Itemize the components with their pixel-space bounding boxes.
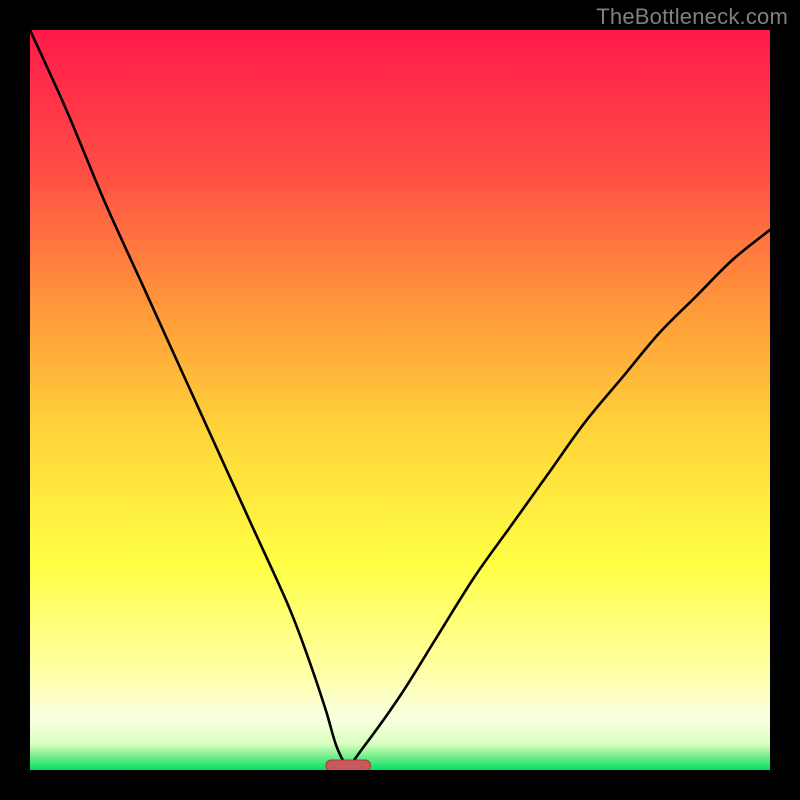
chart-plot: [30, 30, 770, 770]
chart-frame: TheBottleneck.com: [0, 0, 800, 800]
watermark-text: TheBottleneck.com: [596, 4, 788, 30]
gradient-bg: [30, 30, 770, 770]
chart-svg: [30, 30, 770, 770]
optimal-range-marker: [326, 760, 370, 770]
